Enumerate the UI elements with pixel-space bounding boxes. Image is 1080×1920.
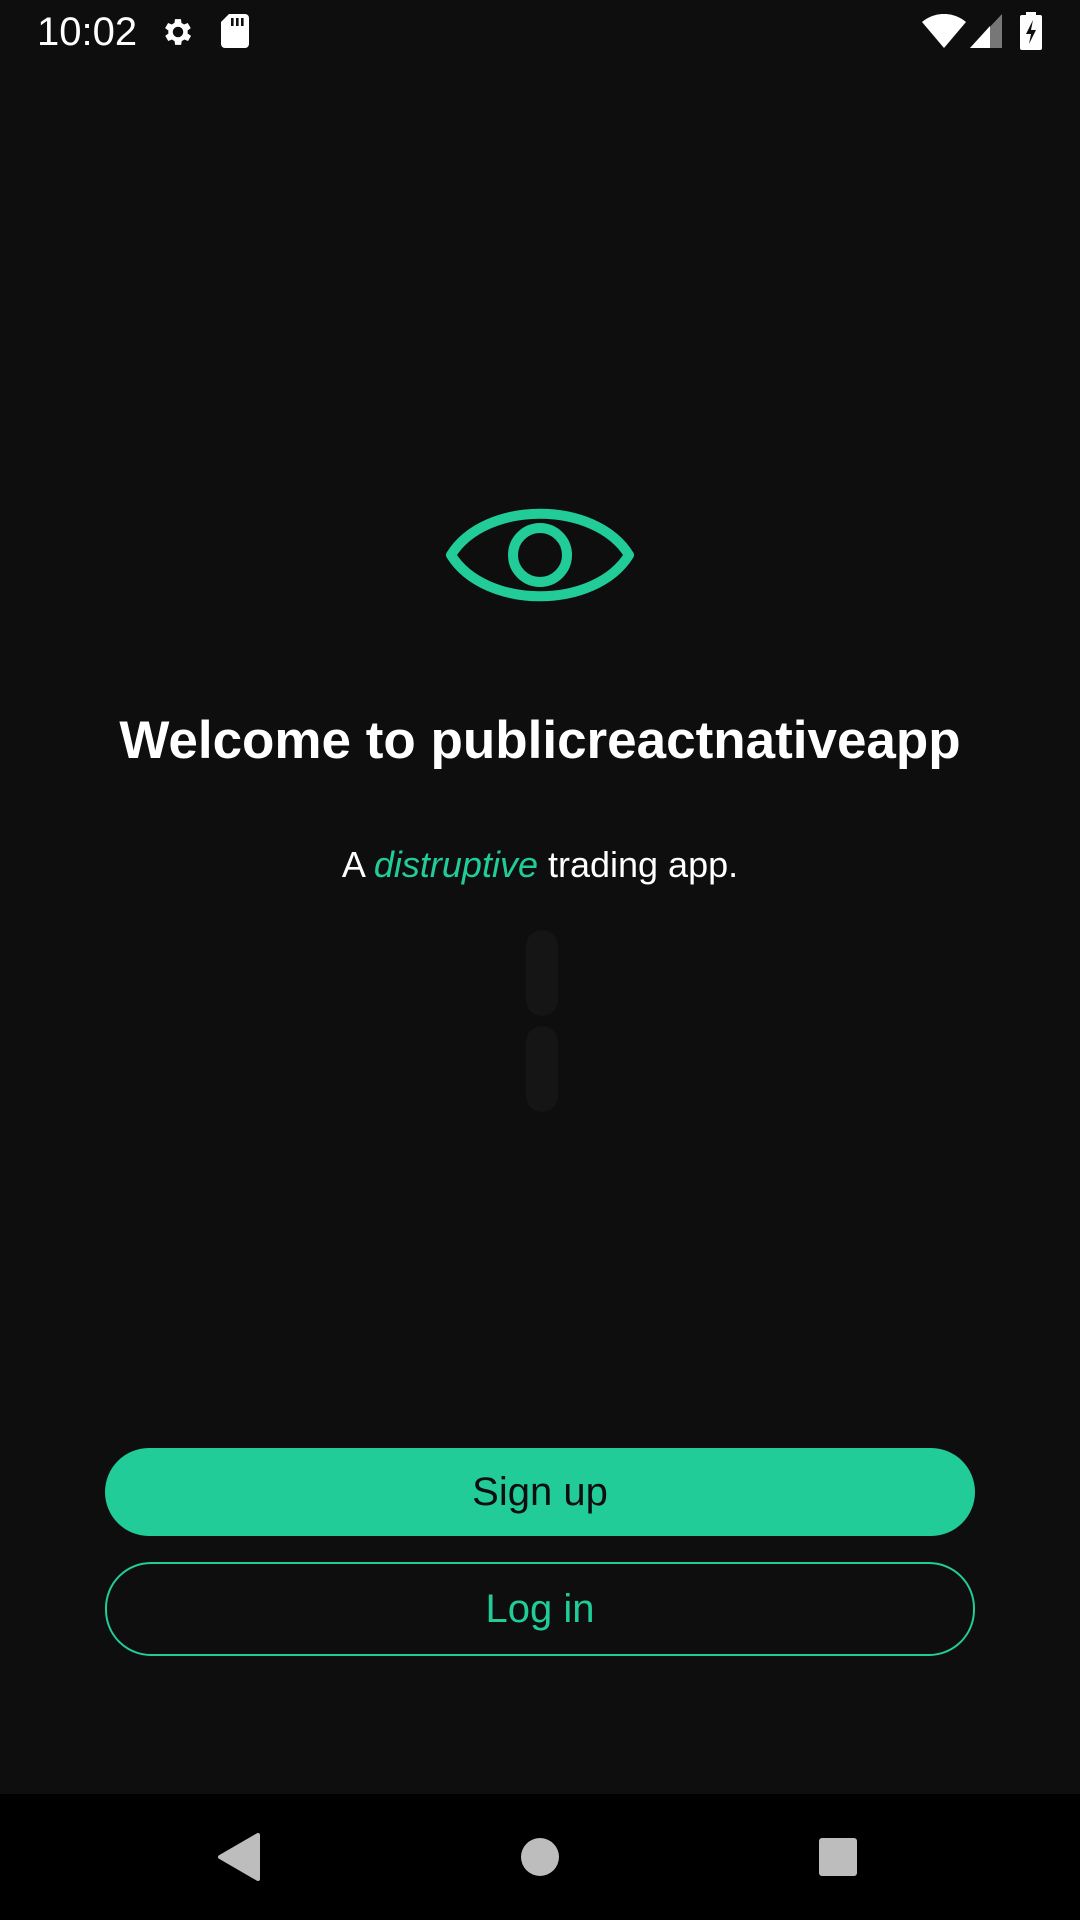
navigation-bar <box>0 1794 1080 1920</box>
eye-icon <box>446 508 634 602</box>
back-icon[interactable] <box>210 1827 270 1887</box>
status-bar: 10:02 <box>0 0 1080 63</box>
battery-charging-icon <box>1020 12 1042 50</box>
home-icon[interactable] <box>510 1827 570 1887</box>
loading-indicator <box>526 930 558 1112</box>
sign-up-button[interactable]: Sign up <box>105 1448 975 1536</box>
welcome-screen: 10:02 Welcome to publicreactnativeapp A … <box>0 0 1080 1920</box>
status-time: 10:02 <box>37 10 138 54</box>
gear-icon <box>165 19 192 45</box>
tagline-suffix: trading app. <box>547 844 739 885</box>
tagline: A distruptive trading app. <box>0 840 1080 890</box>
welcome-title: Welcome to publicreactnativeapp <box>119 711 961 770</box>
wifi-icon <box>922 14 966 48</box>
cell-signal-icon <box>970 14 1002 48</box>
sd-card-icon <box>221 14 249 48</box>
tagline-accent: distruptive <box>373 844 538 885</box>
log-in-button[interactable]: Log in <box>105 1562 975 1656</box>
tagline-prefix: A <box>341 844 364 885</box>
recents-icon[interactable] <box>808 1827 868 1887</box>
